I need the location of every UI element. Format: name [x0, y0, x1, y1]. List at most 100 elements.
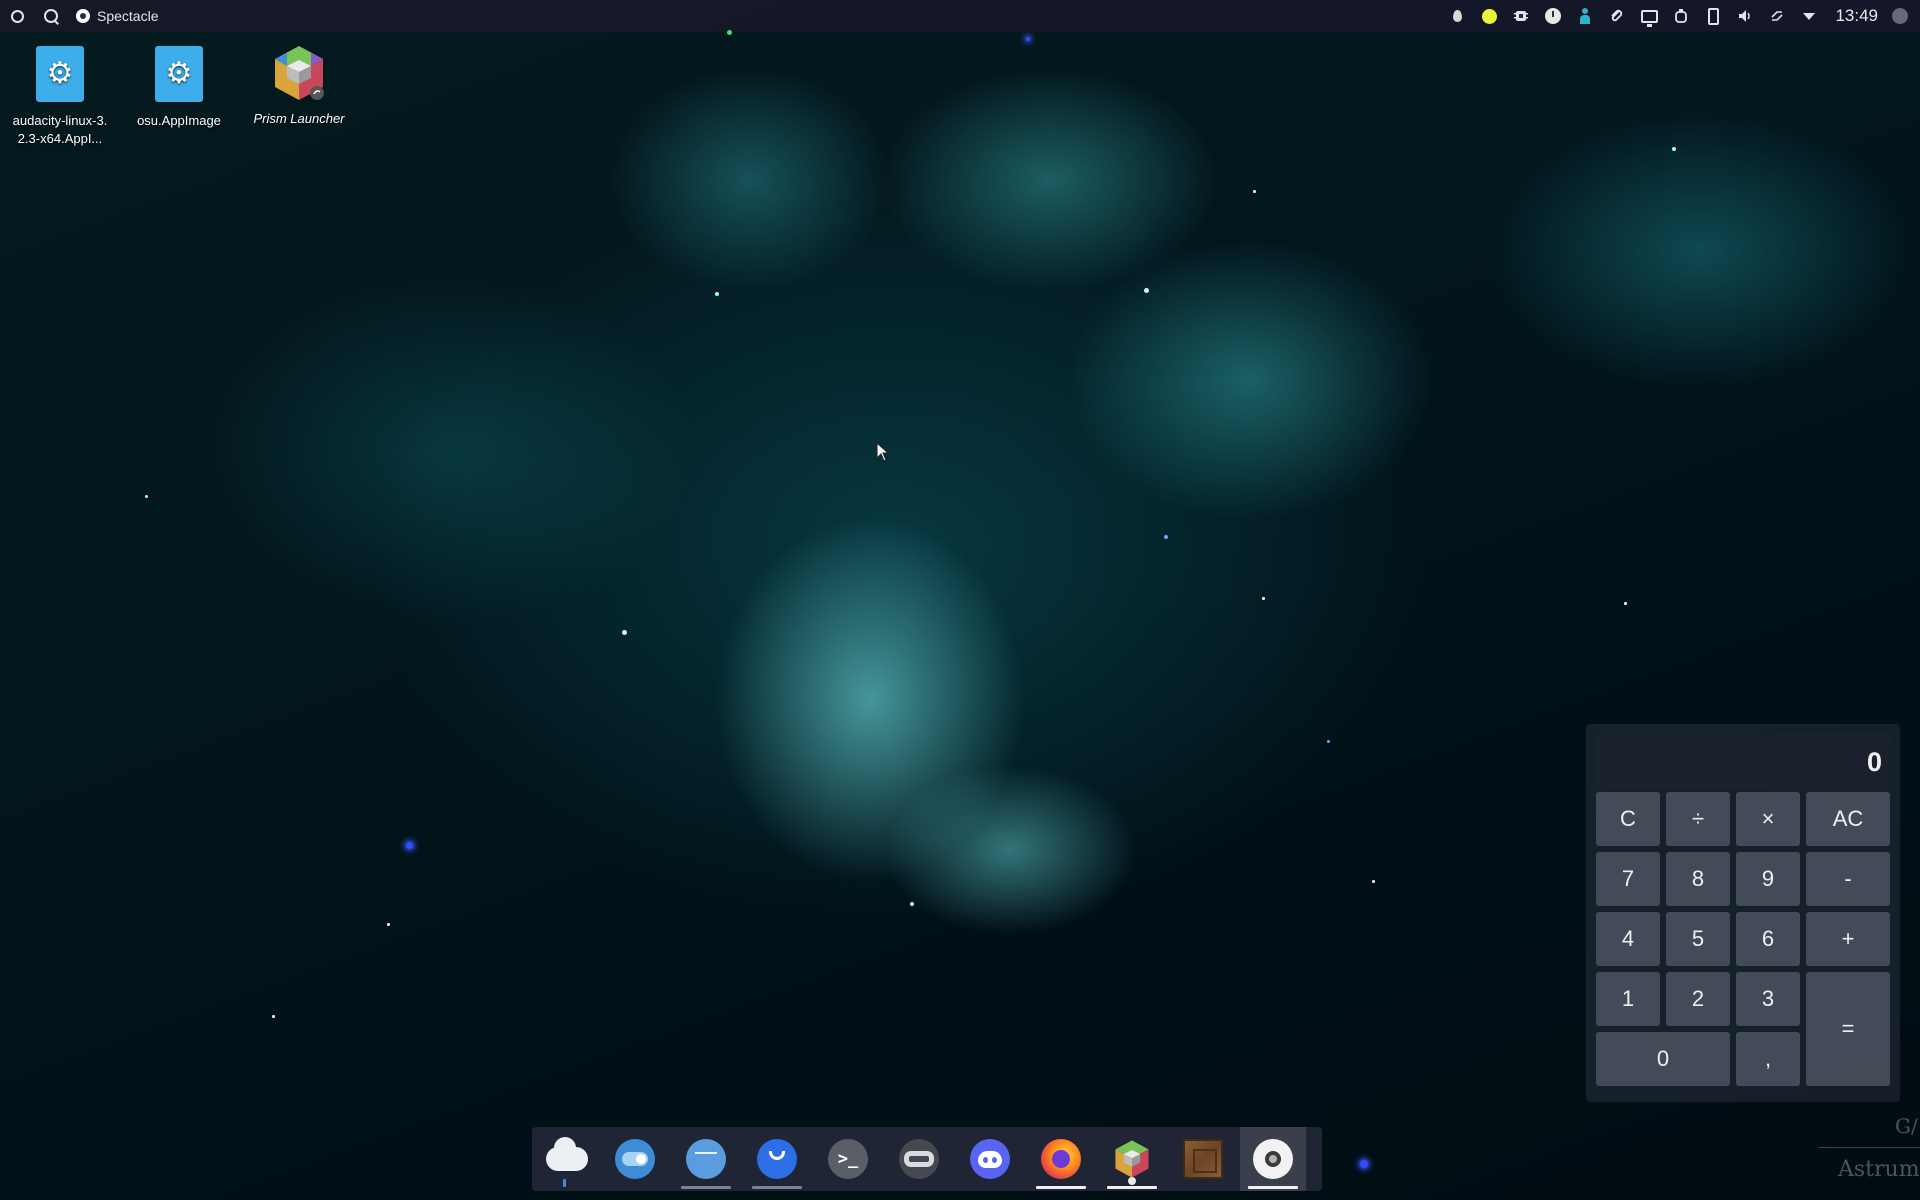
running-indicator — [563, 1179, 566, 1187]
discord-icon — [970, 1139, 1010, 1179]
spectacle-icon — [76, 9, 90, 23]
star — [1164, 535, 1168, 539]
star — [1262, 597, 1265, 600]
calc-clear-button[interactable]: C — [1596, 792, 1660, 846]
volume-icon[interactable] — [1735, 6, 1755, 26]
dock-file-manager[interactable] — [673, 1127, 739, 1191]
monitor-icon[interactable] — [1639, 6, 1659, 27]
calc-5-button[interactable]: 5 — [1666, 912, 1730, 966]
star — [1253, 190, 1256, 193]
dock-prism-launcher[interactable] — [1099, 1127, 1165, 1191]
dock-settings-toggle[interactable] — [602, 1127, 668, 1191]
terminal-icon: >_ — [828, 1139, 868, 1179]
obs-icon — [1253, 1139, 1293, 1179]
calc-1-button[interactable]: 1 — [1596, 972, 1660, 1026]
user-avatar-icon[interactable] — [1890, 6, 1910, 26]
desktop-icon-label: audacity-linux-3. 2.3-x64.AppI... — [12, 113, 108, 146]
weather-cloud-icon — [546, 1137, 588, 1171]
star — [272, 1015, 275, 1018]
star-bright — [1360, 1160, 1368, 1168]
system-tray: 13:49 — [1447, 0, 1920, 32]
desktop-icon-prism-launcher[interactable]: Prism Launcher — [241, 44, 357, 128]
desktop-icon-audacity[interactable]: ⚙ audacity-linux-3. 2.3-x64.AppI... — [2, 46, 118, 148]
dock-minecraft[interactable] — [1170, 1127, 1236, 1191]
calc-all-clear-button[interactable]: AC — [1806, 792, 1890, 846]
person-icon[interactable] — [1575, 6, 1595, 26]
dock-weather[interactable] — [534, 1127, 600, 1191]
calc-multiply-button[interactable]: × — [1736, 792, 1800, 846]
prism-launcher-icon — [1112, 1138, 1152, 1180]
calc-7-button[interactable]: 7 — [1596, 852, 1660, 906]
battery-icon[interactable] — [1703, 6, 1723, 26]
gear-icon: ⚙ — [155, 46, 203, 102]
firefox-icon — [1041, 1139, 1081, 1179]
water-drop-icon[interactable] — [1447, 6, 1467, 26]
gear-icon: ⚙ — [36, 46, 84, 102]
calc-equals-button[interactable]: = — [1806, 972, 1890, 1086]
calc-8-button[interactable]: 8 — [1666, 852, 1730, 906]
clock-icon[interactable] — [1543, 6, 1563, 26]
top-panel: Spectacle 13:49 — [0, 0, 1920, 32]
calculator-display: 0 — [1596, 734, 1890, 790]
star — [727, 30, 732, 35]
star-bright — [406, 842, 413, 849]
window-indicator — [1036, 1186, 1086, 1189]
tray-expand-icon[interactable] — [1799, 6, 1819, 26]
calc-divide-button[interactable]: ÷ — [1666, 792, 1730, 846]
window-indicator — [752, 1186, 802, 1189]
star — [622, 630, 627, 635]
dock-firefox[interactable] — [1028, 1127, 1094, 1191]
running-indicator — [1128, 1177, 1136, 1185]
task-spectacle-label: Spectacle — [97, 8, 159, 24]
star — [1327, 740, 1330, 743]
star — [1672, 147, 1676, 151]
dock-discord[interactable] — [957, 1127, 1023, 1191]
toggle-settings-icon — [615, 1139, 655, 1179]
app-launcher-button[interactable] — [0, 0, 34, 32]
chip-icon[interactable] — [1511, 6, 1531, 26]
calc-3-button[interactable]: 3 — [1736, 972, 1800, 1026]
desktop-icon-label: Prism Launcher — [253, 111, 345, 126]
calc-plus-button[interactable]: + — [1806, 912, 1890, 966]
calc-minus-button[interactable]: - — [1806, 852, 1890, 906]
dock-obs[interactable] — [1240, 1127, 1306, 1191]
calc-decimal-button[interactable]: , — [1736, 1032, 1800, 1086]
calc-6-button[interactable]: 6 — [1736, 912, 1800, 966]
star — [145, 495, 148, 498]
calc-0-button[interactable]: 0 — [1596, 1032, 1730, 1086]
star — [387, 923, 390, 926]
mail-client-icon — [757, 1139, 797, 1179]
star — [1144, 288, 1149, 293]
search-icon — [44, 9, 58, 23]
launcher-circle-icon — [10, 9, 24, 23]
minecraft-icon — [1183, 1139, 1223, 1179]
star — [1624, 602, 1627, 605]
game-launcher-icon — [899, 1139, 939, 1179]
prism-launcher-icon — [270, 44, 328, 102]
calc-9-button[interactable]: 9 — [1736, 852, 1800, 906]
star-bright — [1026, 37, 1030, 41]
panel-clock[interactable]: 13:49 — [1835, 6, 1878, 26]
desktop-icon-osu[interactable]: ⚙ osu.AppImage — [121, 46, 237, 130]
dock-game-launcher[interactable] — [886, 1127, 952, 1191]
desktop-icon-label: osu.AppImage — [137, 113, 221, 128]
dock: >_ — [532, 1127, 1322, 1191]
star — [1372, 880, 1375, 883]
dock-terminal[interactable]: >_ — [815, 1127, 881, 1191]
task-spectacle[interactable]: Spectacle — [68, 0, 166, 32]
window-indicator — [1107, 1186, 1157, 1189]
yellow-status-icon[interactable] — [1479, 6, 1499, 26]
calculator-widget: 0 C ÷ × AC 7 8 9 - 4 5 6 + 1 2 3 = 0 , — [1586, 724, 1900, 1102]
search-button[interactable] — [34, 0, 68, 32]
calc-4-button[interactable]: 4 — [1596, 912, 1660, 966]
window-indicator — [1248, 1186, 1298, 1189]
dock-mail[interactable] — [744, 1127, 810, 1191]
calc-2-button[interactable]: 2 — [1666, 972, 1730, 1026]
star — [715, 292, 719, 296]
cup-icon[interactable] — [1671, 6, 1691, 26]
star — [910, 902, 914, 906]
paperclip-icon[interactable] — [1607, 6, 1627, 26]
sync-icon[interactable] — [1767, 6, 1787, 26]
panel-left: Spectacle — [0, 0, 166, 32]
window-indicator — [681, 1186, 731, 1189]
